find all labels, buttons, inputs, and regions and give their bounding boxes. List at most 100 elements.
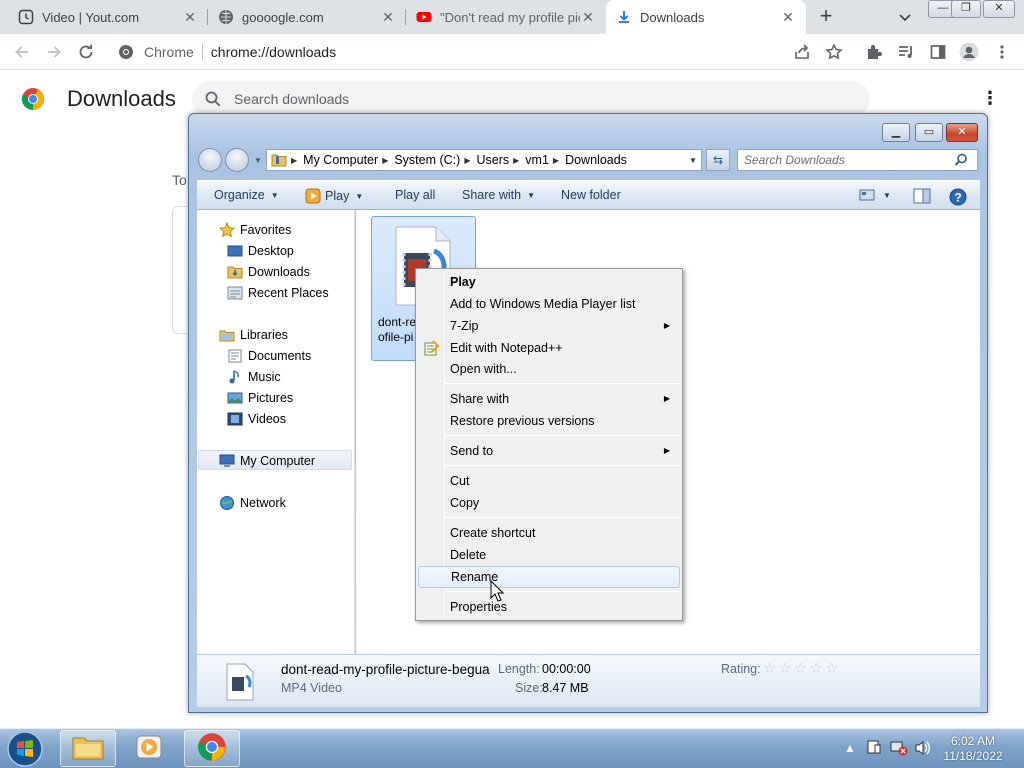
close-tab-icon[interactable]: ✕ [580, 9, 596, 26]
nav-libraries[interactable]: Libraries [219, 327, 288, 343]
chevron-down-icon: ▼ [883, 190, 891, 200]
rating-stars[interactable]: ☆ ☆ ☆ ☆ ☆ [763, 659, 840, 677]
explorer-search-input[interactable] [744, 153, 954, 167]
nav-my-computer[interactable]: My Computer [219, 453, 315, 469]
preview-pane-icon[interactable] [913, 188, 931, 204]
extensions-icon[interactable] [864, 42, 884, 62]
taskbar-explorer-button[interactable] [60, 730, 116, 767]
nav-recent-places[interactable]: Recent Places [227, 285, 329, 301]
explorer-search-box[interactable] [737, 149, 978, 171]
tab-downloads[interactable]: Downloads ✕ [606, 0, 806, 34]
forward-arrow-icon[interactable] [44, 42, 64, 62]
nav-favorites[interactable]: Favorites [219, 222, 291, 238]
nav-network[interactable]: Network [219, 495, 286, 511]
downloads-search-box[interactable] [192, 81, 870, 117]
play-all-button[interactable]: Play all [395, 188, 435, 202]
folder-icon [271, 152, 287, 168]
downloads-menu-icon[interactable]: ⋮ [980, 89, 1000, 109]
menu-item-create-shortcut[interactable]: Create shortcut [418, 522, 680, 544]
context-menu: Play Add to Windows Media Player list 7-… [415, 268, 683, 621]
chevron-down-icon[interactable] [896, 8, 914, 26]
address-dropdown-icon[interactable]: ▼ [689, 156, 697, 165]
nav-desktop[interactable]: Desktop [227, 243, 294, 259]
menu-item-send-to[interactable]: Send to ▶ [418, 440, 680, 462]
new-folder-button[interactable]: New folder [561, 188, 621, 202]
rating-label: Rating: [721, 662, 761, 676]
taskbar-media-player-button[interactable] [121, 730, 177, 767]
help-icon[interactable]: ? [949, 188, 967, 206]
change-view-button[interactable]: ▼ [859, 188, 891, 202]
refresh-icon[interactable]: ⇆ [706, 149, 730, 171]
explorer-maximize-button[interactable]: ▭ [915, 123, 943, 142]
recent-pages-dropdown-icon[interactable]: ▼ [254, 156, 262, 165]
play-icon [305, 188, 321, 204]
menu-item-rename[interactable]: Rename [418, 566, 680, 588]
breadcrumb-item[interactable]: ▶ vm1 [509, 153, 549, 167]
length-label: Length: [498, 662, 540, 676]
menu-item-add-wmp[interactable]: Add to Windows Media Player list [418, 293, 680, 315]
explorer-forward-button[interactable] [225, 148, 249, 172]
menu-item-play[interactable]: Play [418, 271, 680, 293]
chrome-menu-icon[interactable] [992, 42, 1012, 62]
taskbar-chrome-button[interactable] [184, 730, 240, 767]
mouse-pointer-icon [490, 579, 505, 602]
reload-icon[interactable] [76, 42, 96, 62]
close-tab-icon[interactable]: ✕ [780, 9, 796, 26]
back-arrow-icon[interactable] [12, 42, 32, 62]
navigation-pane: Favorites Desktop Downloads Recent Place… [197, 210, 355, 654]
menu-item-share-with[interactable]: Share with ▶ [418, 388, 680, 410]
restore-window-button[interactable]: ❐ [951, 0, 981, 18]
share-with-button[interactable]: Share with ▼ [462, 188, 535, 202]
explorer-minimize-button[interactable]: ▁ [882, 123, 910, 142]
submenu-arrow-icon: ▶ [663, 394, 670, 403]
size-value: 8.47 MB [542, 681, 589, 695]
system-clock[interactable]: 6:02 AM 11/18/2022 [936, 734, 1010, 764]
profile-avatar-icon[interactable] [959, 42, 979, 62]
address-bar[interactable]: ▶ My Computer ▶ System (C:) ▶ Users ▶ vm1 ▶ D… [266, 149, 702, 171]
menu-item-cut[interactable]: Cut [418, 470, 680, 492]
length-value: 00:00:00 [542, 662, 591, 676]
side-panel-icon[interactable] [928, 42, 948, 62]
menu-item-open-with[interactable]: Open with... [418, 358, 680, 380]
nav-documents[interactable]: Documents [227, 348, 311, 364]
nav-pictures[interactable]: Pictures [227, 390, 293, 406]
breadcrumb-item[interactable]: ▶ My Computer [287, 153, 378, 167]
close-tab-icon[interactable]: ✕ [182, 9, 198, 26]
play-button[interactable]: Play ▼ [305, 188, 363, 204]
menu-item-notepad[interactable]: Edit with Notepad++ [418, 337, 680, 359]
menu-item-properties[interactable]: Properties [418, 596, 680, 618]
downloads-search-input[interactable] [234, 91, 834, 107]
omnibox-url: chrome://downloads [210, 44, 337, 60]
nav-downloads[interactable]: Downloads [227, 264, 310, 280]
new-tab-button[interactable]: + [812, 5, 840, 29]
tab-youtube[interactable]: "Don't read my profile pic ✕ [406, 0, 606, 34]
show-hidden-icons-button[interactable]: ▲ [844, 741, 856, 755]
breadcrumb-item[interactable]: ▶ Users [460, 153, 509, 167]
omnibox[interactable]: Chrome chrome://downloads [106, 38, 858, 66]
desktop-icon [227, 243, 243, 259]
breadcrumb-item[interactable]: ▶ System (C:) [378, 153, 460, 167]
menu-item-delete[interactable]: Delete [418, 544, 680, 566]
explorer-back-button[interactable] [198, 148, 222, 172]
close-window-button[interactable]: ✕ [983, 0, 1015, 18]
network-disconnected-icon[interactable] [890, 739, 908, 760]
volume-icon[interactable] [914, 739, 932, 760]
nav-videos[interactable]: Videos [227, 411, 286, 427]
start-button[interactable] [5, 730, 45, 768]
media-queue-icon[interactable] [896, 42, 916, 62]
share-icon[interactable] [792, 42, 812, 62]
tab-goooogle[interactable]: goooogle.com ✕ [208, 0, 406, 34]
menu-item-copy[interactable]: Copy [418, 492, 680, 514]
rating-star-icon: ☆ [778, 660, 792, 677]
organize-button[interactable]: Organize ▼ [214, 188, 279, 202]
bookmark-star-icon[interactable] [824, 42, 844, 62]
explorer-close-button[interactable]: ✕ [946, 123, 978, 142]
breadcrumb-item[interactable]: ▶ Downloads [549, 153, 627, 167]
tab-yout[interactable]: Video | Yout.com ✕ [8, 0, 208, 34]
close-tab-icon[interactable]: ✕ [380, 9, 396, 26]
menu-item-7zip[interactable]: 7-Zip ▶ [418, 315, 680, 337]
media-player-icon [135, 733, 163, 764]
menu-item-restore[interactable]: Restore previous versions [418, 410, 680, 432]
action-center-icon[interactable] [866, 739, 882, 758]
nav-music[interactable]: Music [227, 369, 281, 385]
